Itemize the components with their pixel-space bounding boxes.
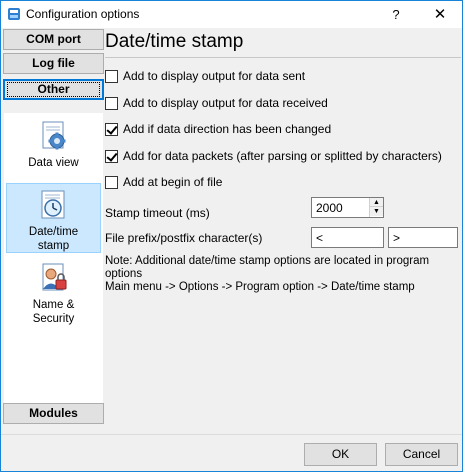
other-items-panel: Data view Date/time stamp Name & Securit… — [4, 113, 103, 409]
spin-up-icon[interactable]: ▲ — [370, 198, 383, 207]
option-label: Add at begin of file — [123, 175, 223, 189]
log-file-button[interactable]: Log file — [3, 53, 104, 74]
checkbox-data-packets[interactable] — [105, 150, 118, 163]
note-text: Note: Additional date/time stamp options… — [105, 255, 461, 294]
sidebar-item-label-line1: Name & — [32, 299, 75, 311]
stamp-timeout-label: Stamp timeout (ms) — [105, 206, 210, 220]
option-label: Add for data packets (after parsing or s… — [123, 149, 442, 163]
other-button-label: Other — [7, 82, 100, 97]
sidebar-item-label-line2: Security — [32, 313, 75, 325]
prefix-postfix-label: File prefix/postfix character(s) — [105, 231, 263, 245]
close-button[interactable]: ✕ — [418, 1, 462, 28]
spin-down-icon[interactable]: ▼ — [370, 207, 383, 216]
other-button[interactable]: Other — [3, 79, 104, 100]
date-time-stamp-page: Date/time stamp Add to display output fo… — [105, 29, 461, 429]
sidebar: COM port Log file Other Data view Date/t… — [3, 29, 104, 429]
stamp-timeout-spinner[interactable]: 2000 ▲ ▼ — [311, 197, 384, 218]
sidebar-item-label-line2: stamp — [37, 240, 70, 252]
spinner-arrows: ▲ ▼ — [369, 198, 383, 217]
configuration-window: Configuration options ? ✕ COM port Log f… — [0, 0, 463, 472]
modules-button[interactable]: Modules — [3, 403, 104, 424]
app-icon — [8, 8, 20, 20]
clock-icon — [41, 190, 64, 219]
stamp-timeout-value[interactable]: 2000 — [316, 201, 343, 215]
sidebar-item-date-time-stamp[interactable]: Date/time stamp — [6, 183, 101, 253]
note-line-1: Note: Additional date/time stamp options… — [105, 255, 430, 280]
sidebar-item-data-view[interactable]: Data view — [6, 117, 101, 177]
note-line-2: Main menu -> Options -> Program option -… — [105, 281, 415, 293]
lock-user-icon — [42, 263, 66, 291]
option-label: Add to display output for data received — [123, 96, 328, 110]
checkbox-direction-changed[interactable] — [105, 123, 118, 136]
option-label: Add if data direction has been changed — [123, 122, 332, 136]
page-title: Date/time stamp — [105, 31, 244, 52]
prefix-input[interactable]: < — [311, 227, 384, 248]
sidebar-item-name-security[interactable]: Name & Security — [6, 259, 101, 329]
window-title: Configuration options — [26, 7, 140, 21]
sidebar-item-label-line1: Date/time — [28, 226, 79, 238]
option-label: Add to display output for data sent — [123, 69, 306, 83]
footer-divider — [1, 434, 462, 435]
checkbox-begin-of-file[interactable] — [105, 176, 118, 189]
help-button[interactable]: ? — [374, 1, 418, 28]
postfix-input[interactable]: > — [388, 227, 458, 248]
checkbox-data-sent[interactable] — [105, 70, 118, 83]
title-divider — [105, 57, 461, 58]
sidebar-item-label: Data view — [28, 157, 79, 169]
data-view-gear-icon — [42, 121, 65, 150]
ok-button[interactable]: OK — [304, 443, 377, 466]
checkbox-data-received[interactable] — [105, 97, 118, 110]
cancel-button[interactable]: Cancel — [385, 443, 458, 466]
title-bar: Configuration options ? ✕ — [1, 1, 462, 28]
com-port-button[interactable]: COM port — [3, 29, 104, 50]
